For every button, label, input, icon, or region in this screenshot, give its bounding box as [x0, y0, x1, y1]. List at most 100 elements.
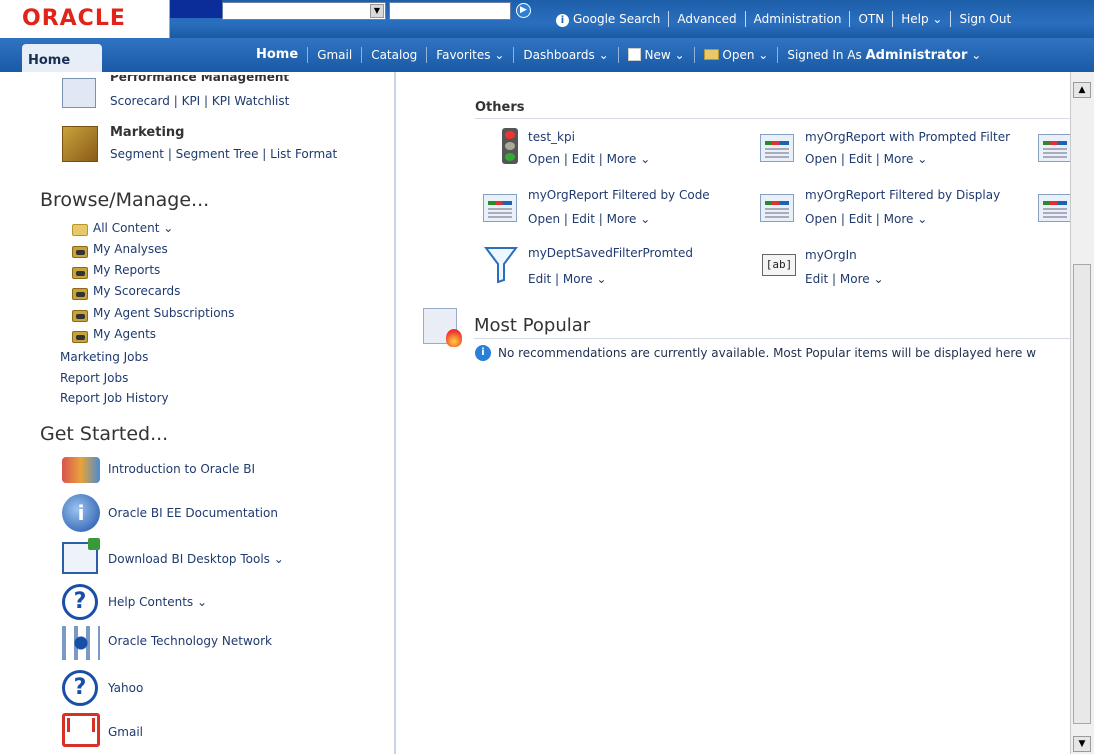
search-scope-select[interactable]: ▼ — [222, 2, 386, 20]
report-icon — [1038, 134, 1070, 162]
green-light-icon — [505, 153, 515, 161]
chevron-down-icon: ⌄ — [758, 48, 769, 62]
report-icon — [1038, 194, 1070, 222]
item-actions[interactable]: Open | Edit | More ⌄ — [528, 212, 650, 226]
item-name[interactable]: myOrgReport Filtered by Display — [805, 188, 1000, 202]
scroll-down-icon[interactable]: ▼ — [1073, 736, 1091, 752]
chevron-down-icon: ⌄ — [596, 272, 607, 286]
chevron-down-icon: ⌄ — [196, 595, 208, 609]
binoculars-icon — [72, 288, 88, 300]
my-scorecards-link[interactable]: My Scorecards — [93, 284, 180, 298]
nav-open[interactable]: Open ⌄ — [695, 47, 779, 63]
search-input[interactable] — [389, 2, 511, 20]
chevron-down-icon: ⌄ — [674, 48, 685, 62]
item-name[interactable]: myOrgIn — [805, 248, 857, 262]
search-go-icon[interactable]: ▶ — [516, 3, 531, 18]
scroll-up-icon[interactable]: ▲ — [1073, 82, 1091, 98]
gmail-icon — [62, 713, 100, 747]
yahoo-icon: ? — [62, 670, 98, 706]
nav-links: Home Gmail Catalog Favorites ⌄ Dashboard… — [247, 38, 990, 72]
item-name[interactable]: myDeptSavedFilterPromted — [528, 246, 693, 260]
help-label: Help — [901, 12, 929, 26]
my-reports-link[interactable]: My Reports — [93, 263, 160, 277]
gmail-envelope-icon — [67, 718, 95, 732]
introduction-icon — [62, 457, 100, 483]
browse-manage-heading: Browse/Manage... — [40, 189, 210, 211]
main-content: Others test_kpi Open | Edit | More ⌄ myO… — [398, 72, 1070, 754]
documentation-link[interactable]: Oracle BI EE Documentation — [108, 506, 278, 520]
marketing-links[interactable]: Segment | Segment Tree | List Format — [110, 147, 337, 161]
new-label: New — [644, 48, 671, 62]
user-name: Administrator — [865, 47, 968, 63]
help-menu[interactable]: Help ⌄ — [893, 11, 952, 27]
dashboards-label: Dashboards — [523, 48, 595, 62]
sign-out-link[interactable]: Sign Out — [951, 11, 1019, 27]
item-actions[interactable]: Edit | More ⌄ — [528, 272, 607, 286]
nav-dashboards[interactable]: Dashboards ⌄ — [514, 47, 619, 63]
chevron-down-icon: ⌄ — [163, 221, 174, 235]
administration-link[interactable]: Administration — [746, 11, 851, 27]
all-content-label: All Content — [93, 221, 160, 235]
header-links: i Google Search Advanced Administration O… — [548, 0, 1019, 38]
help-contents-link[interactable]: Help Contents ⌄ — [108, 595, 207, 609]
yahoo-link[interactable]: Yahoo — [108, 681, 143, 695]
chevron-down-icon: ⌄ — [494, 48, 505, 62]
report-job-history-link[interactable]: Report Job History — [60, 391, 169, 405]
download-tools-link[interactable]: Download BI Desktop Tools ⌄ — [108, 552, 284, 566]
amber-light-icon — [505, 142, 515, 150]
chevron-down-icon: ⌄ — [273, 552, 284, 566]
most-popular-heading: Most Popular — [474, 315, 591, 336]
others-divider — [475, 118, 1070, 119]
most-popular-message: No recommendations are currently availab… — [498, 346, 1037, 360]
nav-gmail[interactable]: Gmail — [308, 47, 363, 63]
nav-favorites[interactable]: Favorites ⌄ — [427, 47, 515, 63]
kpi-traffic-light-icon — [502, 128, 518, 164]
download-arrow-icon — [88, 538, 100, 550]
chevron-down-icon: ⌄ — [917, 212, 928, 226]
google-search-link[interactable]: i Google Search — [548, 11, 670, 27]
marketing-title: Marketing — [110, 125, 185, 140]
binoculars-icon — [72, 331, 88, 343]
item-actions[interactable]: Open | Edit | More ⌄ — [528, 152, 650, 166]
item-actions-label: Open | Edit | More — [805, 152, 914, 166]
report-icon — [483, 194, 517, 222]
item-actions-label: Open | Edit | More — [805, 212, 914, 226]
brand-block — [170, 0, 222, 18]
chevron-down-icon: ⌄ — [971, 47, 982, 62]
vertical-scrollbar[interactable]: ▲ ▼ — [1070, 72, 1094, 754]
otn-link[interactable]: OTN — [850, 11, 894, 27]
item-name[interactable]: test_kpi — [528, 130, 575, 144]
item-name[interactable]: myOrgReport with Prompted Filter — [805, 130, 1010, 144]
advanced-link[interactable]: Advanced — [669, 11, 746, 27]
my-analyses-link[interactable]: My Analyses — [93, 242, 168, 256]
my-agent-subscriptions-link[interactable]: My Agent Subscriptions — [93, 306, 234, 320]
item-actions-label: Open | Edit | More — [528, 212, 637, 226]
nav-catalog[interactable]: Catalog — [362, 47, 428, 63]
info-icon: i — [475, 345, 491, 361]
nav-new[interactable]: New ⌄ — [619, 47, 695, 63]
marketing-jobs-link[interactable]: Marketing Jobs — [60, 350, 148, 364]
nav-home[interactable]: Home — [247, 47, 309, 63]
binoculars-icon — [72, 310, 88, 322]
new-doc-icon — [627, 48, 641, 61]
chevron-down-icon: ⌄ — [932, 12, 943, 26]
item-actions[interactable]: Open | Edit | More ⌄ — [805, 152, 927, 166]
network-icon — [62, 626, 100, 660]
introduction-link[interactable]: Introduction to Oracle BI — [108, 462, 255, 476]
otn-link-sidebar[interactable]: Oracle Technology Network — [108, 634, 272, 648]
item-actions[interactable]: Open | Edit | More ⌄ — [805, 212, 927, 226]
download-icon — [62, 538, 100, 574]
report-icon — [760, 194, 794, 222]
tab-home[interactable]: Home — [22, 44, 102, 72]
report-jobs-link[interactable]: Report Jobs — [60, 371, 128, 385]
gmail-link[interactable]: Gmail — [108, 725, 143, 739]
signed-in-as[interactable]: Signed In As Administrator ⌄ — [778, 47, 990, 64]
my-agents-link[interactable]: My Agents — [93, 327, 156, 341]
performance-title: Performance Management — [110, 75, 290, 84]
performance-links[interactable]: Scorecard | KPI | KPI Watchlist — [110, 94, 289, 108]
item-actions[interactable]: Edit | More ⌄ — [805, 272, 884, 286]
scroll-thumb[interactable] — [1073, 264, 1091, 724]
item-name[interactable]: myOrgReport Filtered by Code — [528, 188, 710, 202]
all-content-link[interactable]: All Content ⌄ — [93, 221, 173, 235]
chevron-down-icon[interactable]: ▼ — [370, 4, 384, 18]
